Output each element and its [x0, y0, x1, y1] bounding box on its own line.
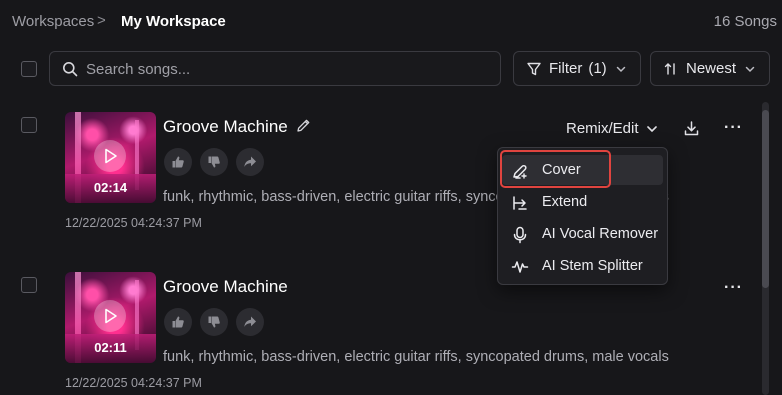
menu-item-extend[interactable]: Extend: [502, 187, 663, 217]
thumbs-up-icon: [172, 316, 184, 328]
song-duration: 02:14: [93, 180, 128, 195]
song-cover-art[interactable]: 02:11: [65, 272, 156, 363]
thumbs-down-icon: [208, 316, 220, 328]
scrollbar[interactable]: [762, 102, 769, 395]
extend-icon: [513, 196, 527, 210]
more-options-icon[interactable]: ···: [724, 279, 743, 297]
waveform-icon: [511, 261, 529, 273]
menu-item-label: AI Vocal Remover: [542, 226, 659, 242]
song-date: 12/22/2025 04:24:37 PM: [65, 216, 202, 230]
play-icon: [105, 308, 117, 324]
menu-item-ai-stem-splitter[interactable]: AI Stem Splitter: [502, 251, 663, 281]
scrollbar-thumb[interactable]: [762, 110, 769, 288]
share-button[interactable]: [236, 308, 264, 336]
song-title[interactable]: Groove Machine: [163, 277, 288, 297]
song-duration: 02:11: [94, 340, 127, 355]
dislike-button[interactable]: [200, 308, 228, 336]
like-button[interactable]: [164, 308, 192, 336]
song-checkbox[interactable]: [21, 277, 37, 293]
play-button[interactable]: [94, 300, 126, 332]
menu-item-ai-vocal-remover[interactable]: AI Vocal Remover: [502, 219, 663, 249]
menu-item-label: AI Stem Splitter: [542, 258, 643, 274]
mic-icon: [513, 226, 527, 244]
share-icon: [244, 316, 256, 327]
menu-item-label: Extend: [542, 194, 588, 210]
cover-highlight-outline: [500, 150, 611, 188]
song-tags: funk, rhythmic, bass-driven, electric gu…: [163, 349, 669, 365]
song-row: 02:11 Groove Machine funk, rhythmic, bas…: [0, 0, 760, 390]
song-date: 12/22/2025 04:24:37 PM: [65, 376, 202, 390]
